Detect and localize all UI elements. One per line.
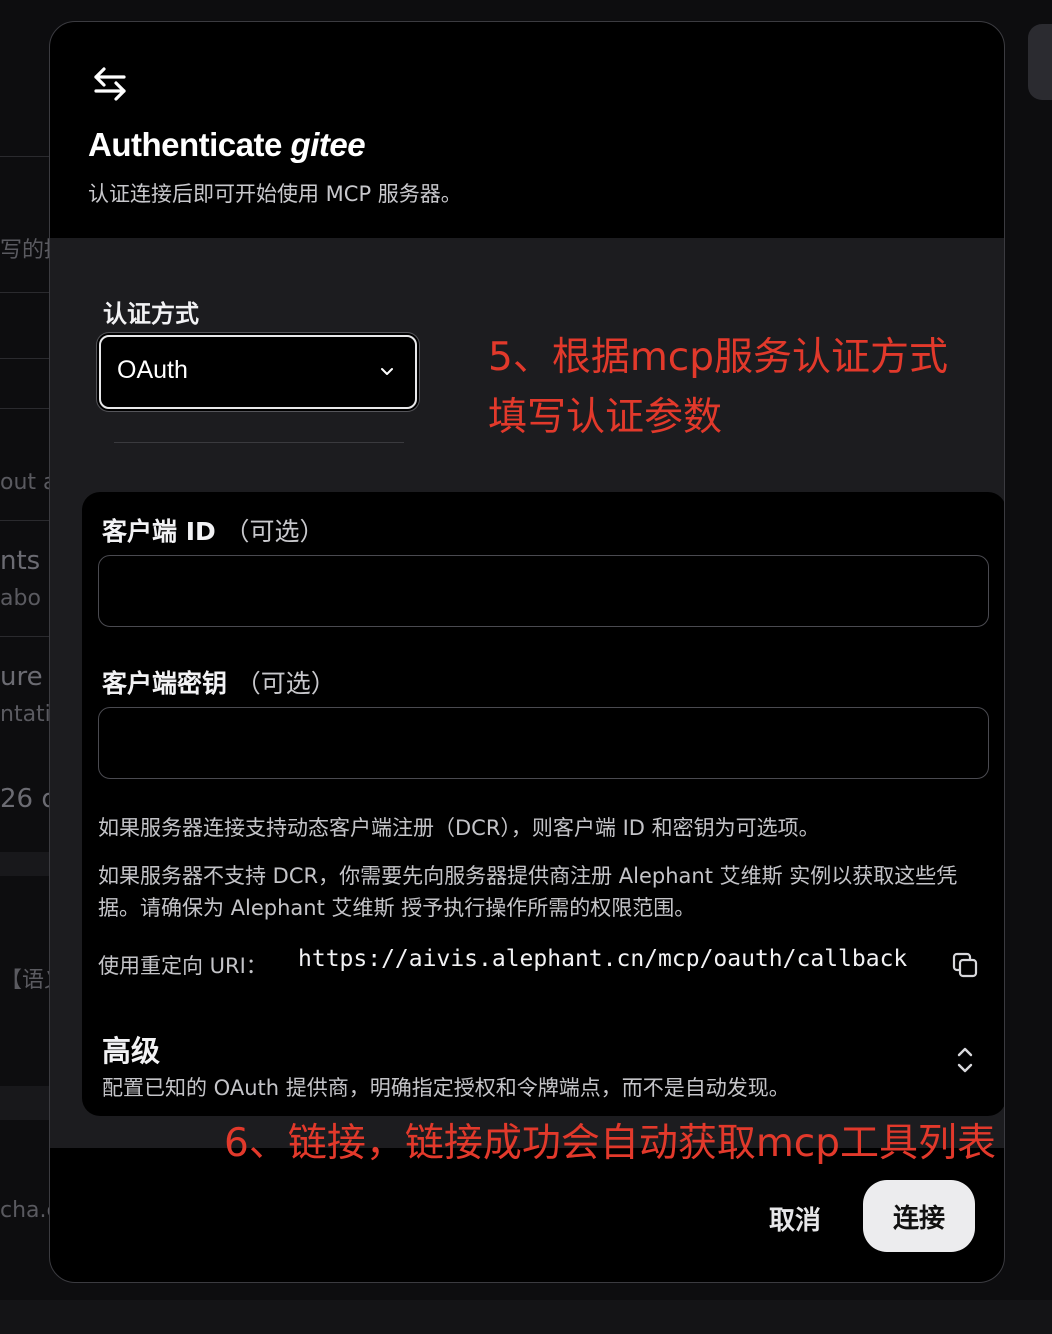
bg-text: 【语义 (0, 968, 52, 993)
client-id-input[interactable] (98, 555, 989, 627)
chevron-up-down-icon[interactable] (950, 1044, 980, 1076)
bg-text: 26 d (0, 784, 52, 814)
client-id-label-text: 客户端 ID (102, 517, 216, 546)
dcr-help-text: 如果服务器连接支持动态客户端注册（DCR），则客户端 ID 和密钥为可选项。 (98, 816, 820, 840)
dialog-title: Authenticate gitee (88, 126, 366, 164)
redirect-uri-row: 使用重定向 URI： https://aivis.alephant.cn/mcp… (98, 946, 988, 982)
advanced-description: 配置已知的 OAuth 提供商，明确指定授权和令牌端点，而不是自动发现。 (102, 1076, 790, 1100)
client-id-optional-text: （可选） (224, 517, 325, 546)
auth-method-label: 认证方式 (103, 300, 199, 328)
no-dcr-help-text: 如果服务器不支持 DCR，你需要先向服务器提供商注册 Alephant 艾维斯 … (98, 864, 958, 920)
auth-method-value: OAuth (117, 356, 188, 384)
connect-button[interactable]: 连接 (863, 1180, 975, 1252)
advanced-title: 高级 (102, 1034, 161, 1068)
bg-side-button (1028, 24, 1052, 100)
client-secret-optional-text: （可选） (235, 669, 336, 698)
bg-strip (0, 1086, 52, 1120)
chevron-down-icon (381, 368, 393, 375)
copy-icon[interactable] (950, 950, 980, 980)
client-secret-label-text: 客户端密钥 (102, 669, 228, 698)
client-secret-input[interactable] (98, 707, 989, 779)
server-name: gitee (290, 126, 366, 163)
bg-text: 写的提 (0, 238, 52, 263)
bg-strip (0, 1300, 1052, 1334)
redirect-uri-value: https://aivis.alephant.cn/mcp/oauth/call… (298, 946, 908, 972)
bg-text: nts (0, 546, 41, 576)
divider (114, 442, 404, 443)
bg-text: abo (0, 586, 41, 611)
bg-text: cha.c (0, 1198, 52, 1223)
dialog-body: 认证方式 OAuth 5、根据mcp服务认证方式 填写认证参数 客户端 ID （… (50, 238, 1004, 1148)
credentials-card: 客户端 ID （可选） 客户端密钥 （可选） 如果服务器连接支持动态客户端注册（… (82, 492, 1004, 1116)
bg-strip (0, 852, 52, 876)
client-secret-label: 客户端密钥 （可选） (102, 664, 336, 700)
auth-method-select[interactable]: OAuth (99, 335, 417, 409)
annotation-step6: 6、链接，链接成功会自动获取mcp工具列表 (224, 1121, 997, 1166)
annotation-step5-line2: 填写认证参数 (488, 395, 723, 440)
swap-arrows-icon (94, 67, 126, 101)
bg-text: out a (0, 470, 52, 495)
bg-text: ure (0, 662, 43, 692)
redirect-uri-label: 使用重定向 URI： (98, 954, 267, 978)
authenticate-dialog: Authenticate gitee 认证连接后即可开始使用 MCP 服务器。 … (49, 21, 1005, 1283)
dialog-subtitle: 认证连接后即可开始使用 MCP 服务器。 (88, 182, 462, 206)
annotation-step5-line1: 5、根据mcp服务认证方式 (488, 335, 949, 380)
client-id-label: 客户端 ID （可选） (102, 512, 325, 548)
bg-text: ntatio (0, 702, 52, 727)
dialog-title-prefix: Authenticate (88, 126, 282, 163)
cancel-button[interactable]: 取消 (750, 1192, 840, 1244)
